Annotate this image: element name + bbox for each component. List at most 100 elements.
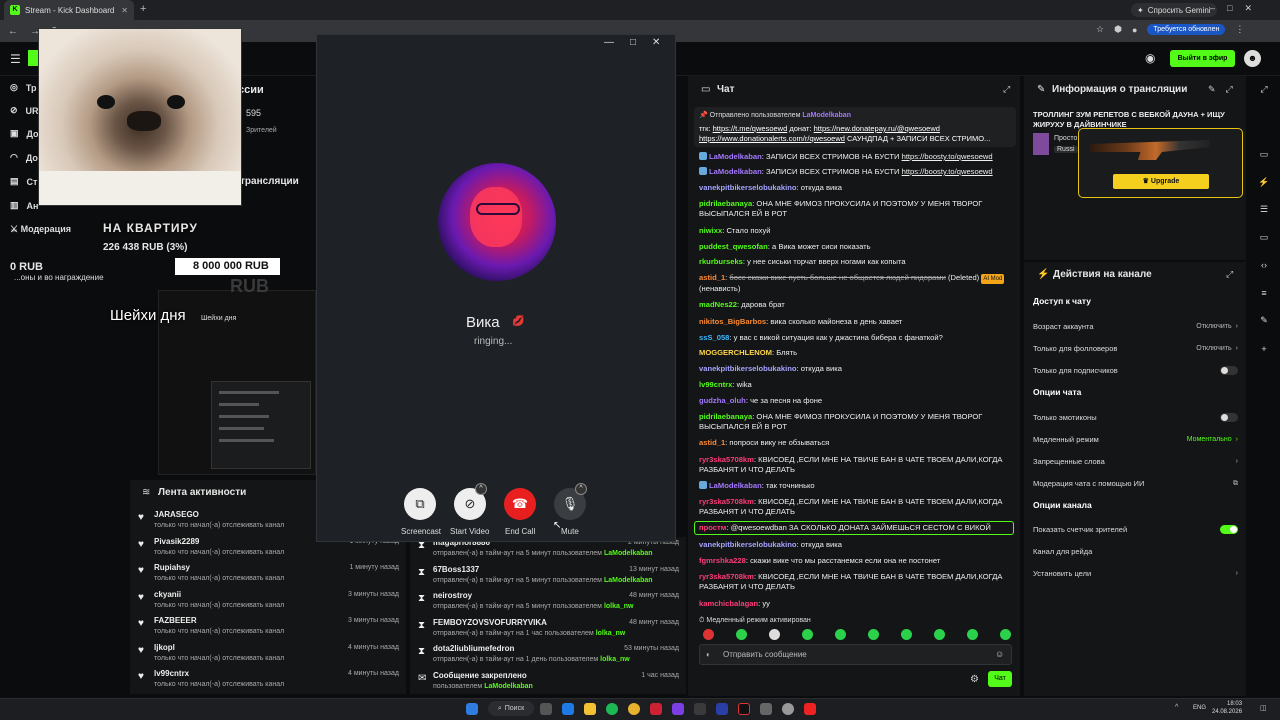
option-value[interactable]: Отключить › — [1196, 323, 1238, 330]
pin-rail-icon[interactable]: ⤢ — [1257, 82, 1271, 96]
pinned-link[interactable]: https://t.me/qwesoewd — [713, 124, 788, 133]
bookmark-star-icon[interactable]: ☆ — [1096, 24, 1104, 35]
chat-username[interactable]: puddest_qwesofan — [699, 242, 768, 251]
app-icon[interactable] — [760, 703, 772, 715]
lightning-rail-icon[interactable]: ⚡ — [1257, 175, 1271, 189]
popout-icon[interactable]: ⤢ — [1226, 269, 1233, 280]
channel-option[interactable]: Возраст аккаунта Отключить › — [1033, 322, 1238, 331]
chat-rail-icon[interactable]: ▭ — [1257, 230, 1271, 244]
moderator-name[interactable]: lolka_nw — [604, 603, 634, 610]
close-icon[interactable]: ✕ — [652, 37, 660, 48]
app-icon[interactable] — [672, 703, 684, 715]
sidebar-item-wifi[interactable]: ◠ До — [10, 152, 38, 163]
emote-icon[interactable] — [934, 629, 945, 640]
moderator-name[interactable]: lolka_nw — [596, 630, 626, 637]
activity-username[interactable]: Rupiahsy — [154, 563, 190, 572]
tiktok-icon[interactable] — [738, 703, 750, 715]
maximize-icon[interactable]: □ — [630, 37, 636, 48]
clock[interactable]: 18:03 24.08.2026 — [1212, 700, 1242, 716]
activity-row[interactable]: ♥ ljkopl только что начал(-а) отслеживать … — [138, 643, 403, 667]
emote-icon[interactable] — [901, 629, 912, 640]
pinned-link[interactable]: https://new.donatepay.ru/@qwesoewd — [814, 124, 940, 133]
close-tab-icon[interactable]: ✕ — [121, 6, 128, 15]
sidebar-item-moderation[interactable]: ⚔ Модерация — [10, 224, 71, 235]
chat-username[interactable]: madNes22 — [699, 300, 737, 309]
toggle-switch[interactable] — [1220, 413, 1238, 422]
channel-option[interactable]: Только эмотиконы — [1033, 413, 1238, 422]
channel-option[interactable]: Только для подписчиков — [1033, 366, 1238, 375]
extension-icon[interactable]: ⬢ — [1114, 24, 1122, 35]
moderation-username[interactable]: neirostroy — [433, 591, 472, 600]
external-link-icon[interactable]: ⧉ — [1233, 480, 1238, 488]
popout-icon[interactable]: ⤢ — [1003, 84, 1010, 95]
app-icon[interactable] — [650, 703, 662, 715]
activity-username[interactable]: ckyanii — [154, 590, 181, 599]
chat-send-button[interactable]: Чат — [988, 671, 1012, 687]
activity-row[interactable]: ♥ ckyanii только что начал(-а) отслеживать… — [138, 590, 403, 614]
activity-username[interactable]: Pivasik2289 — [154, 537, 199, 546]
chevron-right-icon[interactable]: › — [1236, 458, 1238, 465]
moderation-row[interactable]: ⧗ neirostroy отправлен(-а) в тайм-аут на 5… — [418, 591, 683, 617]
user-avatar[interactable]: ☻ — [1244, 50, 1261, 67]
window-controls[interactable]: –□✕ — [1210, 3, 1264, 14]
moderation-row[interactable]: ✉ Сообщение закреплено пользователем LaMod… — [418, 671, 683, 697]
chat-username[interactable]: vanekpitbikerselobukakino — [699, 540, 797, 549]
add-widget-icon[interactable]: + — [1257, 342, 1271, 356]
explorer-icon[interactable] — [584, 703, 596, 715]
chat-username[interactable]: LaModelkaban — [709, 167, 762, 176]
spotify-icon[interactable] — [606, 703, 618, 715]
chat-username[interactable]: astid_1 — [699, 438, 725, 447]
new-tab-icon[interactable]: + — [140, 3, 146, 15]
start-menu-icon[interactable] — [466, 703, 478, 715]
moderator-name[interactable]: LaModelkaban — [604, 550, 653, 557]
emote-icon[interactable] — [868, 629, 879, 640]
option-value[interactable]: Отключить › — [1196, 345, 1238, 352]
stack-icon[interactable]: ≡ — [1257, 286, 1271, 300]
channel-option[interactable]: Показать счетчик зрителей — [1033, 525, 1238, 534]
chat-username[interactable]: lv99cntrx — [699, 380, 732, 389]
chat-username[interactable]: rkurburseks — [699, 257, 743, 266]
obs-icon[interactable] — [782, 703, 794, 715]
pinned-link[interactable]: https://www.donationalerts.com/r/qwesoew… — [699, 134, 845, 143]
edge-icon[interactable] — [562, 703, 574, 715]
chat-username[interactable]: vanekpitbikerselobukakino — [699, 364, 797, 373]
emote-icon[interactable] — [967, 629, 978, 640]
chat-username[interactable]: pidrilaebanaya — [699, 199, 752, 208]
screencast-button[interactable]: ⧉ — [404, 488, 436, 520]
moderation-username[interactable]: 67Boss1337 — [433, 565, 479, 574]
emote-icon[interactable] — [802, 629, 813, 640]
taskbar-search[interactable]: ⌕ Поиск — [488, 701, 534, 716]
sidebar-item-stats[interactable]: ▤ Ст — [10, 176, 37, 187]
chevron-up-icon[interactable]: ^ — [475, 483, 487, 495]
chat-username[interactable]: простм — [699, 523, 726, 532]
chat-username[interactable]: kamchicbalagan — [699, 599, 758, 608]
task-view-icon[interactable] — [540, 703, 552, 715]
channel-option[interactable]: Запрещенные слова › — [1033, 457, 1238, 466]
sidebar-item-stream[interactable]: ◎ Тр — [10, 82, 37, 93]
activity-row[interactable]: ♥ Rupiahsy только что начал(-а) отслеживат… — [138, 563, 403, 587]
pinned-user[interactable]: LaModelkaban — [802, 112, 851, 119]
channel-option[interactable]: Модерация чата с помощью ИИ ⧉ — [1033, 479, 1238, 488]
upgrade-button[interactable]: ♛ Upgrade — [1113, 174, 1209, 189]
moderation-username[interactable]: Сообщение закреплено — [433, 671, 527, 680]
moderation-row[interactable]: ⧗ 67Boss1337 отправлен(-а) в тайм-аут на 5… — [418, 565, 683, 591]
moderator-name[interactable]: LaModelkaban — [604, 577, 653, 584]
emote-icon[interactable] — [736, 629, 747, 640]
chat-username[interactable]: astid_1 — [699, 273, 725, 282]
chat-username[interactable]: MOGGERCHLENOM — [699, 348, 772, 357]
option-value[interactable]: Моментально › — [1187, 436, 1238, 443]
activity-username[interactable]: lv99cntrx — [154, 669, 189, 678]
end-call-button[interactable]: ☎ — [504, 488, 536, 520]
activity-username[interactable]: ljkopl — [154, 643, 175, 652]
profile-icon[interactable]: ● — [1132, 25, 1137, 35]
menu-dots-icon[interactable]: ⋮ — [1235, 24, 1244, 35]
chevron-up-icon[interactable]: ^ — [575, 483, 587, 495]
emoji-picker-icon[interactable]: ☺ — [995, 649, 1004, 659]
update-button[interactable]: Требуется обновлен — [1147, 24, 1226, 35]
audition-icon[interactable] — [716, 703, 728, 715]
sidebar-item-dashboard[interactable]: ▣ До — [10, 128, 39, 139]
sidebar-item-url[interactable]: ⊘ UR — [10, 105, 39, 116]
activity-row[interactable]: ♥ lv99cntrx только что начал(-а) отслежива… — [138, 669, 403, 693]
code-icon[interactable]: ‹› — [1257, 258, 1271, 272]
channel-option[interactable]: Канал для рейда — [1033, 547, 1238, 556]
